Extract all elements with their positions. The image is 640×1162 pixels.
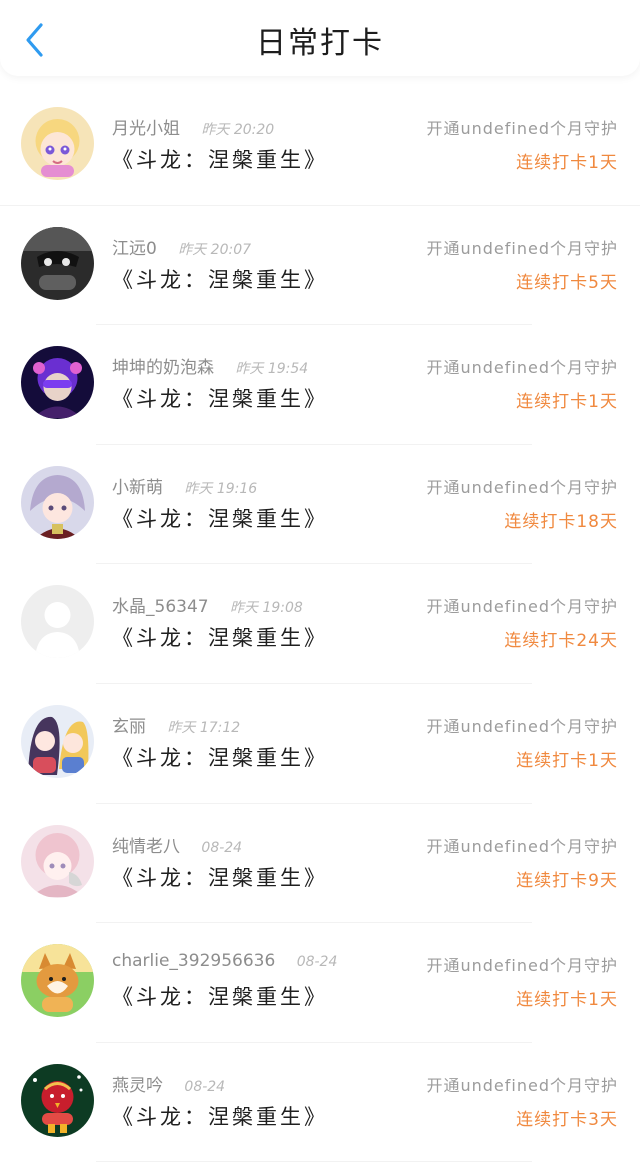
guard-status: 开通undefined个月守护 <box>426 358 618 378</box>
novel-title[interactable]: 《斗龙：涅槃重生》 <box>112 862 328 892</box>
checkin-row[interactable]: charlie_392956636 08-24 《斗龙：涅槃重生》 开通unde… <box>0 923 640 1043</box>
checkin-time: 昨天 19:08 <box>230 600 303 617</box>
guard-status: 开通undefined个月守护 <box>426 956 618 976</box>
checkin-time: 08-24 <box>184 1078 226 1095</box>
checkin-streak: 连续打卡9天 <box>516 870 618 891</box>
user-name[interactable]: 水晶_56347 <box>112 597 209 617</box>
checkin-streak: 连续打卡3天 <box>516 1109 618 1130</box>
novel-title[interactable]: 《斗龙：涅槃重生》 <box>112 1101 328 1131</box>
app-screen: 日常打卡 月光小姐 昨天 20:20 《斗龙：涅槃重生》 开通undefined… <box>0 0 640 1162</box>
checkin-time: 昨天 20:07 <box>178 241 252 258</box>
user-meta: 水晶_56347 昨天 19:08 <box>112 592 303 617</box>
checkin-streak: 连续打卡1天 <box>516 153 618 173</box>
checkin-row[interactable]: 江远0 昨天 20:07 《斗龙：涅槃重生》 开通undefined个月守护 连… <box>0 206 640 326</box>
novel-title[interactable]: 《斗龙：涅槃重生》 <box>112 622 328 652</box>
checkin-time: 昨天 19:16 <box>184 480 258 497</box>
avatar[interactable] <box>21 585 94 659</box>
checkin-streak: 连续打卡1天 <box>516 990 618 1011</box>
guard-status: 开通undefined个月守护 <box>426 597 618 617</box>
checkin-streak: 连续打卡5天 <box>516 272 618 293</box>
user-meta: 江远0 昨天 20:07 <box>112 234 251 259</box>
avatar[interactable] <box>21 107 94 180</box>
checkin-row[interactable]: 小新萌 昨天 19:16 《斗龙：涅槃重生》 开通undefined个月守护 连… <box>0 445 640 565</box>
checkin-list: 月光小姐 昨天 20:20 《斗龙：涅槃重生》 开通undefined个月守护 … <box>0 86 640 1162</box>
default-user-avatar-icon <box>21 585 94 659</box>
checkin-row[interactable]: 纯情老八 08-24 《斗龙：涅槃重生》 开通undefined个月守护 连续打… <box>0 804 640 924</box>
avatar[interactable] <box>21 704 94 778</box>
guard-status: 开通undefined个月守护 <box>426 238 618 258</box>
checkin-streak: 连续打卡24天 <box>504 631 618 652</box>
checkin-row[interactable]: 坤坤的奶泡森 昨天 19:54 《斗龙：涅槃重生》 开通undefined个月守… <box>0 325 640 445</box>
novel-title[interactable]: 《斗龙：涅槃重生》 <box>112 981 328 1011</box>
anime-girl-avatar-icon <box>21 107 94 180</box>
pink-anime-avatar-icon <box>21 824 94 898</box>
checkin-time: 昨天 19:54 <box>235 361 309 378</box>
checkin-row[interactable]: 月光小姐 昨天 20:20 《斗龙：涅槃重生》 开通undefined个月守护 … <box>0 86 640 206</box>
page-title: 日常打卡 <box>256 26 384 61</box>
user-meta: charlie_392956636 08-24 <box>112 951 337 971</box>
checkin-time: 08-24 <box>201 839 243 856</box>
user-meta: 月光小姐 昨天 20:20 <box>112 114 274 139</box>
corgi-avatar-icon <box>21 944 94 1018</box>
avatar[interactable] <box>21 346 94 420</box>
user-meta: 坤坤的奶泡森 昨天 19:54 <box>112 353 308 378</box>
novel-title[interactable]: 《斗龙：涅槃重生》 <box>112 264 328 294</box>
user-name[interactable]: 纯情老八 <box>112 837 180 857</box>
user-name[interactable]: 坤坤的奶泡森 <box>112 358 214 378</box>
user-name[interactable]: 江远0 <box>112 239 157 259</box>
checkin-time: 08-24 <box>296 954 338 971</box>
checkin-time: 昨天 20:20 <box>201 122 275 138</box>
user-meta: 小新萌 昨天 19:16 <box>112 473 257 498</box>
guard-status: 开通undefined个月守护 <box>426 836 618 856</box>
user-name[interactable]: 燕灵吟 <box>112 1076 163 1096</box>
avatar[interactable] <box>21 944 94 1018</box>
checkin-row[interactable]: 玄丽 昨天 17:12 《斗龙：涅槃重生》 开通undefined个月守护 连续… <box>0 684 640 804</box>
checkin-row[interactable]: 燕灵吟 08-24 《斗龙：涅槃重生》 开通undefined个月守护 连续打卡… <box>0 1043 640 1162</box>
user-name[interactable]: charlie_392956636 <box>112 951 275 971</box>
novel-title[interactable]: 《斗龙：涅槃重生》 <box>112 383 328 413</box>
avatar[interactable] <box>21 226 94 300</box>
novel-title[interactable]: 《斗龙：涅槃重生》 <box>112 503 328 533</box>
top-bar: 日常打卡 <box>0 0 640 76</box>
anime-couple-avatar-icon <box>21 704 94 778</box>
anime-character-avatar-icon <box>21 465 94 539</box>
checkin-streak: 连续打卡1天 <box>516 750 618 771</box>
user-meta: 纯情老八 08-24 <box>112 832 242 857</box>
guard-status: 开通undefined个月守护 <box>426 119 618 138</box>
checkin-streak: 连续打卡18天 <box>504 511 618 532</box>
guard-status: 开通undefined个月守护 <box>426 1075 618 1095</box>
guard-status: 开通undefined个月守护 <box>426 477 618 497</box>
dark-character-avatar-icon <box>21 226 94 300</box>
guard-status: 开通undefined个月守护 <box>426 716 618 736</box>
checkin-time: 昨天 17:12 <box>167 719 241 736</box>
purple-character-avatar-icon <box>21 346 94 420</box>
novel-title[interactable]: 《斗龙：涅槃重生》 <box>112 742 328 772</box>
user-name[interactable]: 月光小姐 <box>112 119 180 139</box>
user-meta: 玄丽 昨天 17:12 <box>112 712 240 737</box>
checkin-row[interactable]: 水晶_56347 昨天 19:08 《斗龙：涅槃重生》 开通undefined个… <box>0 564 640 684</box>
avatar[interactable] <box>21 1063 94 1137</box>
avatar[interactable] <box>21 824 94 898</box>
user-name[interactable]: 小新萌 <box>112 478 163 498</box>
user-meta: 燕灵吟 08-24 <box>112 1071 225 1096</box>
user-name[interactable]: 玄丽 <box>112 717 146 737</box>
novel-title[interactable]: 《斗龙：涅槃重生》 <box>112 144 328 174</box>
holiday-bird-avatar-icon <box>21 1063 94 1137</box>
avatar[interactable] <box>21 465 94 539</box>
checkin-streak: 连续打卡1天 <box>516 392 618 413</box>
